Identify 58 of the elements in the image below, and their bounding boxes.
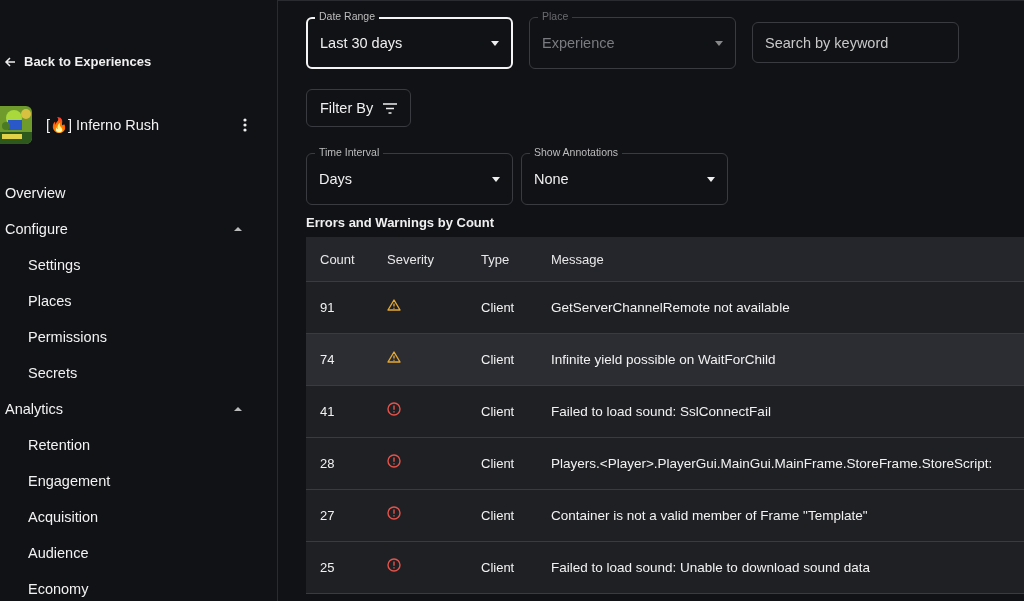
nav-item[interactable]: Analytics [5,401,64,417]
nav-item[interactable]: Settings [28,257,81,273]
nav-item[interactable]: Economy [28,581,89,597]
table-cell: Container is not a valid member of Frame "Template" [551,508,868,523]
table-cell: Players.<Player>.PlayerGui.MainGui.MainFrame.StoreFrame.StoreScript: [551,456,993,471]
table-cell: Failed to load sound: SslConnectFail [551,404,771,419]
caret-icon[interactable] [233,406,243,412]
warning-icon [387,298,401,311]
field-label: Date Range [315,10,380,22]
error-icon [387,557,401,572]
table-cell: Client [481,404,515,419]
table-title: Errors and Warnings by Count [306,215,496,231]
dropdown-arrow-icon [707,176,715,182]
table-cell: Client [481,300,515,315]
field-label: Place [538,10,573,22]
error-icon [387,453,401,468]
nav-item[interactable]: Engagement [28,473,111,489]
column-header: Type [481,251,510,267]
warning-icon [387,350,401,363]
column-header: Count [320,251,355,267]
more-icon[interactable] [243,118,247,132]
experience-name: [🔥] Inferno Rush [46,116,161,134]
search-field[interactable]: Search by keyword [752,22,959,63]
dropdown-arrow-icon [491,40,499,46]
table-cell: 41 [320,404,335,419]
field-label: Time Interval [315,146,384,158]
nav-item[interactable]: Configure [5,221,68,237]
nav-item[interactable]: Secrets [28,365,78,381]
error-icon [387,401,401,416]
nav-item[interactable]: Places [28,293,72,309]
table-cell: 28 [320,456,335,471]
table-cell: GetServerChannelRemote not available [551,300,790,315]
dropdown-arrow-icon [492,176,500,182]
column-header: Message [551,251,604,267]
dropdown-arrow-icon [715,40,723,46]
table-cell: Client [481,352,515,367]
field-label: Show Annotations [530,146,623,158]
table-cell: 25 [320,560,335,575]
filter-icon [383,102,398,114]
column-header: Severity [387,251,434,267]
table-cell: Client [481,560,515,575]
nav-item[interactable]: Permissions [28,329,107,345]
filter-button[interactable]: Filter By [306,89,412,127]
error-icon [387,505,401,520]
table-cell: 74 [320,352,335,367]
table-cell: Client [481,456,515,471]
table-cell: Client [481,508,515,523]
caret-icon[interactable] [233,226,243,232]
table-cell: 91 [320,300,335,315]
table-cell: Infinite yield possible on WaitForChild [551,352,776,367]
nav-item[interactable]: Retention [28,437,91,453]
table-cell: Failed to load sound: Unable to download sound data [551,560,870,575]
nav-item[interactable]: Audience [28,545,89,561]
table-cell: 27 [320,508,335,523]
nav-item[interactable]: Overview [5,185,66,201]
back-link[interactable]: Back to Experiences [4,54,152,69]
nav-item[interactable]: Acquisition [28,509,99,525]
back-arrow-icon [4,55,16,68]
